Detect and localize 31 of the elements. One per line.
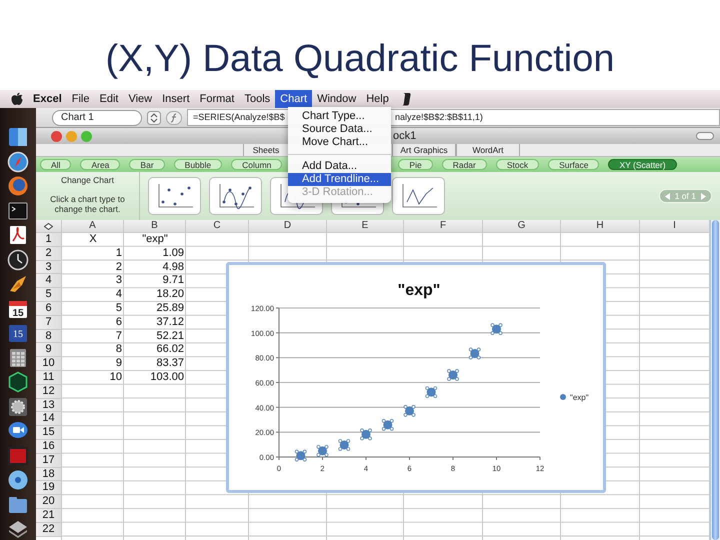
table-cell-text: "exp": [141, 233, 169, 247]
table-cell-text: X: [88, 233, 98, 247]
table-cell-text: 8: [114, 343, 123, 358]
formula-text: =SERIES(Analyze!$B$: [192, 111, 285, 124]
table-cell-text: 2: [114, 260, 123, 274]
table-cell-text: 1.09: [162, 246, 185, 261]
window-title: ock1: [393, 130, 416, 142]
gallery-hint: Click a chart type to change the chart.: [49, 194, 126, 214]
table-cell-text: 7: [114, 330, 123, 344]
legend-label: "exp": [570, 393, 589, 402]
table-cell-text: 9.71: [162, 274, 185, 288]
table-cell-text: 9: [114, 357, 123, 371]
table-cell-text: 18.20: [155, 288, 185, 302]
page-count: 1 of 1: [674, 191, 696, 201]
slide-title: (X,Y) Data Quadratic Function: [106, 40, 614, 78]
table-cell-text: 103.00: [149, 370, 185, 385]
table-cell-text: 66.02: [155, 343, 185, 358]
table-cell-text: 25.89: [155, 302, 185, 316]
chart-title: "exp": [398, 282, 440, 299]
table-cell-text: 6: [114, 316, 123, 330]
table-cell-text: 37.12: [155, 316, 185, 330]
table-cell-text: 52.21: [155, 330, 185, 344]
table-cell-text: 4: [114, 288, 123, 302]
table-cell-text: 83.37: [155, 357, 185, 371]
table-cell-text: 4.98: [162, 260, 185, 274]
formula-text: nalyze!$B$2:$B$11,1): [395, 111, 483, 124]
table-cell-text: 5: [114, 302, 123, 316]
gallery-heading: Change Chart: [61, 175, 114, 185]
table-cell-text: 3: [114, 274, 123, 288]
table-cell-text: 10: [108, 370, 123, 385]
table-cell-text: 1: [114, 246, 123, 261]
